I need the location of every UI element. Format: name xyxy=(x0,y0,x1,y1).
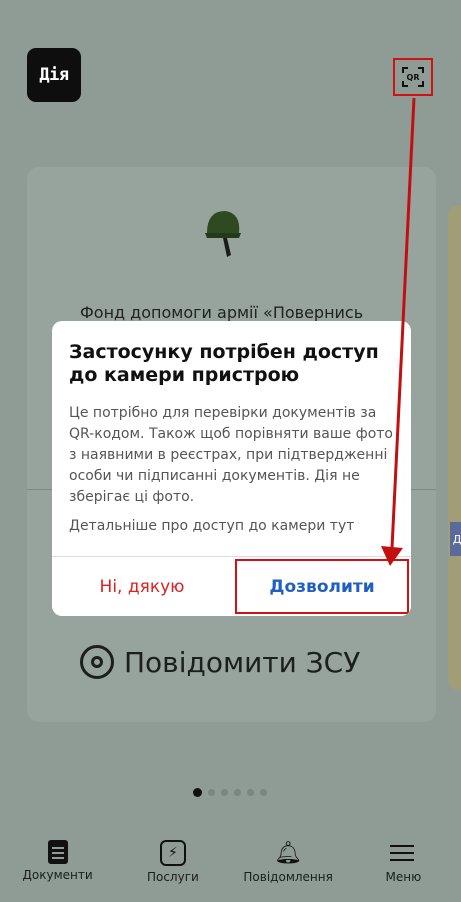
lightning-icon: ⚡ xyxy=(159,840,186,866)
camera-permission-dialog: Застосунку потрібен доступ до камери при… xyxy=(52,321,411,616)
page-dot xyxy=(260,789,267,796)
nav-label: Меню xyxy=(385,870,422,884)
qr-icon: QR xyxy=(402,67,424,87)
nav-item-services[interactable]: ⚡ Послуги xyxy=(123,840,223,902)
next-card-peek[interactable] xyxy=(448,205,461,690)
qr-label: QR xyxy=(406,72,420,82)
app-logo-text: Дія xyxy=(39,65,69,85)
document-icon xyxy=(47,840,68,864)
page-dot xyxy=(221,789,228,796)
report-button[interactable]: Повідомити ЗСУ xyxy=(80,645,360,679)
nav-label: Документи xyxy=(22,868,93,882)
next-card-tag: Д xyxy=(450,522,461,556)
dialog-body: Це потрібно для перевірки документів за … xyxy=(69,405,393,505)
allow-button[interactable]: Дозволити xyxy=(235,559,409,614)
card-title: Фонд допомоги армії «Повернись xyxy=(80,303,364,322)
page-dot xyxy=(234,789,241,796)
page-dot xyxy=(193,788,202,797)
deny-button[interactable]: Ні, дякую xyxy=(52,557,232,616)
nav-label: Повідомлення xyxy=(243,870,333,884)
dialog-title: Застосунку потрібен доступ до камери при… xyxy=(69,341,379,386)
qr-scan-button[interactable]: QR xyxy=(393,58,433,96)
page-dot xyxy=(208,789,215,796)
page-dot xyxy=(247,789,254,796)
page-indicator xyxy=(193,788,267,797)
menu-icon xyxy=(390,840,416,866)
nav-item-documents[interactable]: Документи xyxy=(8,840,108,902)
helmet-icon xyxy=(205,211,241,257)
report-label: Повідомити ЗСУ xyxy=(124,645,361,679)
nav-label: Послуги xyxy=(146,870,199,884)
target-icon xyxy=(80,645,114,679)
app-logo: Дія xyxy=(27,48,81,102)
bottom-nav: Документи ⚡ Послуги 🔔︎ Повідомлення Меню xyxy=(0,840,461,902)
nav-item-notifications[interactable]: 🔔︎ Повідомлення xyxy=(238,840,338,902)
camera-access-info-link[interactable]: Детальніше про доступ до камери тут xyxy=(69,518,399,534)
bell-icon: 🔔︎ xyxy=(274,840,303,866)
nav-item-menu[interactable]: Меню xyxy=(353,840,453,902)
